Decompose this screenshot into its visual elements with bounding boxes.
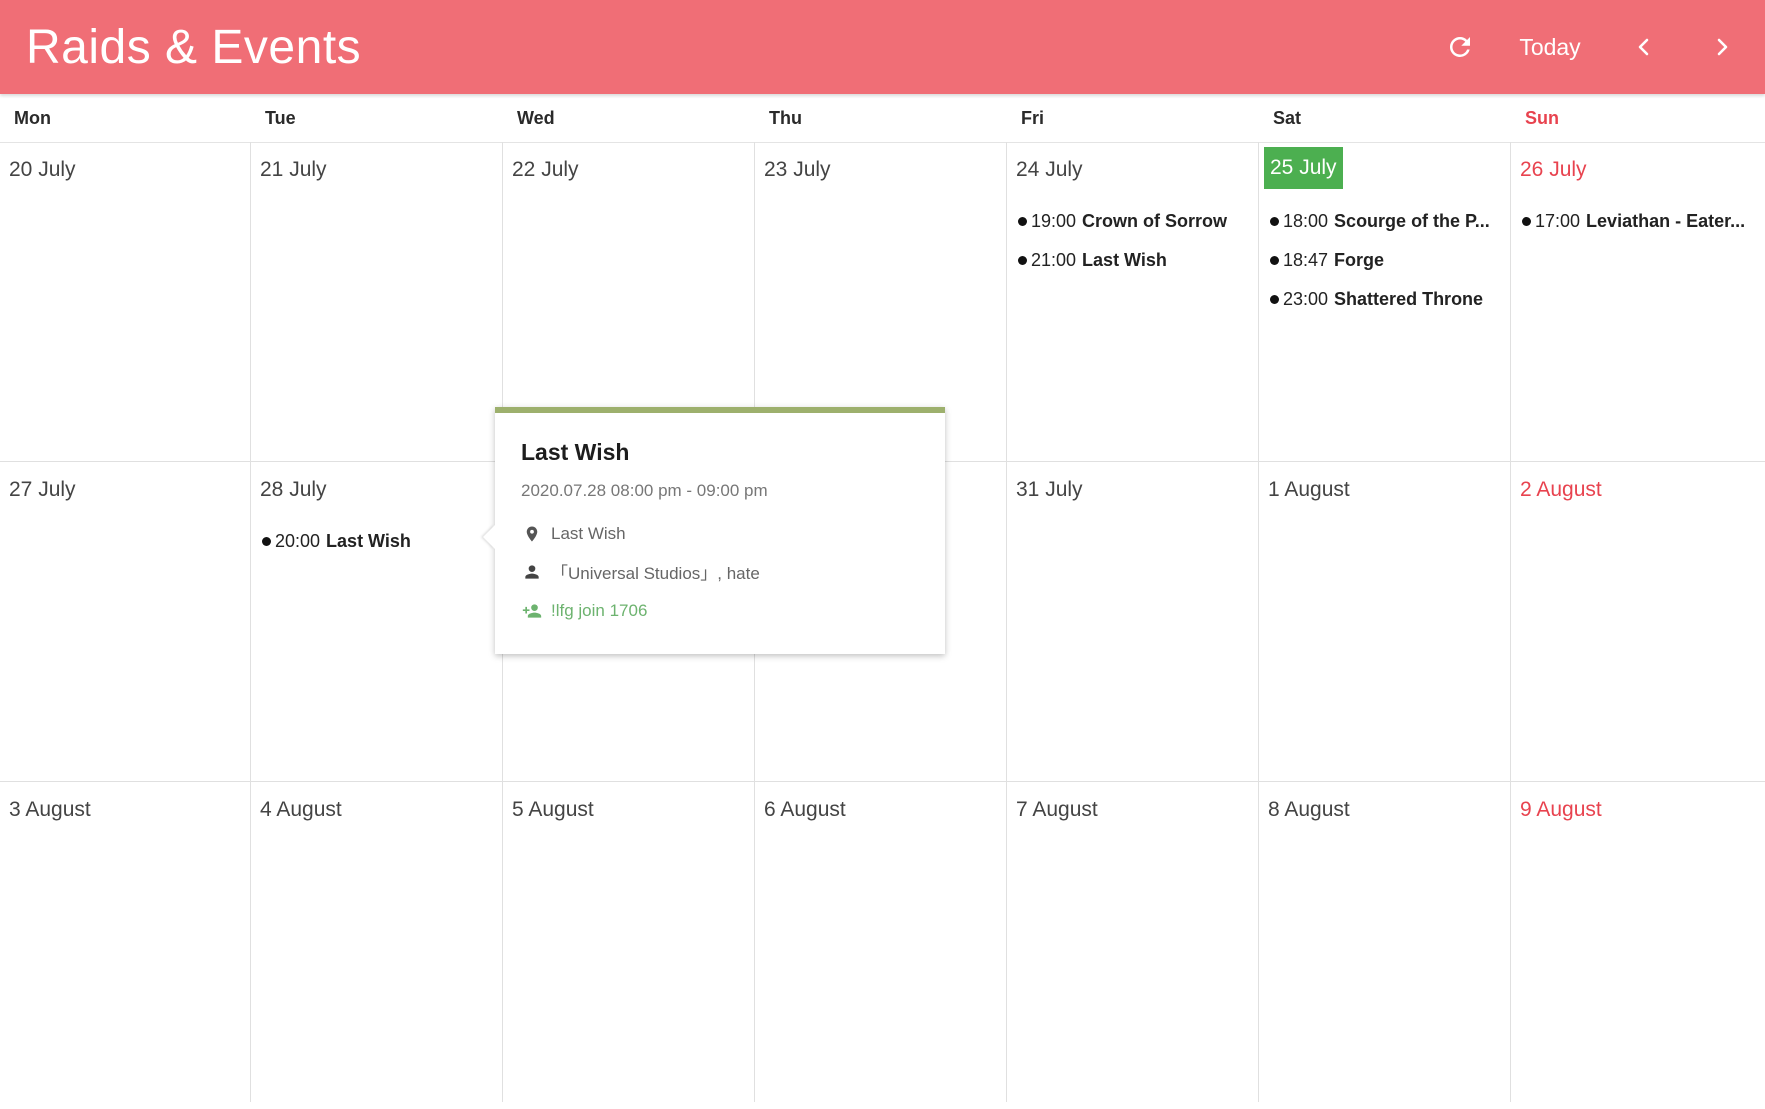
- event-list: 18:00 Scourge of the P... 18:47 Forge 23:00 S…: [1270, 202, 1504, 319]
- calendar-event[interactable]: 17:00 Leviathan - Eater...: [1522, 202, 1759, 241]
- calendar-event[interactable]: 19:00 Crown of Sorrow: [1018, 202, 1252, 241]
- event-time: 17:00: [1535, 211, 1581, 231]
- day-cell[interactable]: 5 August: [503, 782, 755, 1102]
- day-cell[interactable]: 6 August: [755, 782, 1007, 1102]
- calendar-app: Raids & Events Today Mon Tue Wed Thu Fri Sat S…: [0, 0, 1765, 1109]
- date-label: 8 August: [1268, 798, 1350, 821]
- date-label: 4 August: [260, 798, 342, 821]
- event-name: Scourge of the P...: [1334, 211, 1490, 231]
- previous-button[interactable]: [1622, 22, 1666, 72]
- calendar-event[interactable]: 23:00 Shattered Throne: [1270, 280, 1504, 319]
- event-dot-icon: [1522, 217, 1531, 226]
- date-label: 23 July: [764, 158, 831, 181]
- event-name: Last Wish: [1082, 250, 1167, 270]
- calendar-event[interactable]: 21:00 Last Wish: [1018, 241, 1252, 280]
- popup-arrow: [483, 525, 495, 549]
- date-label: 28 July: [260, 478, 327, 501]
- event-dot-icon: [1270, 295, 1279, 304]
- popup-title: Last Wish: [521, 439, 630, 465]
- date-label: 20 July: [9, 158, 76, 181]
- today-date-label: 25 July: [1264, 147, 1343, 189]
- day-cell[interactable]: 7 August: [1007, 782, 1259, 1102]
- today-button[interactable]: Today: [1508, 22, 1592, 72]
- day-cell[interactable]: 24 July 19:00 Crown of Sorrow 21:00 Last Wis…: [1007, 142, 1259, 462]
- chevron-left-icon: [1638, 38, 1649, 56]
- person-add-icon: [521, 600, 543, 622]
- day-cell[interactable]: 28 July 20:00 Last Wish: [251, 462, 503, 782]
- event-time: 20:00: [275, 531, 321, 551]
- day-cell[interactable]: 27 July: [0, 462, 251, 782]
- date-label: 27 July: [9, 478, 76, 501]
- refresh-button[interactable]: [1438, 22, 1482, 72]
- date-label: 24 July: [1016, 158, 1083, 181]
- popup-members: 「Universal Studios」, hate: [551, 564, 760, 583]
- date-label: 21 July: [260, 158, 327, 181]
- event-name: Leviathan - Eater...: [1586, 211, 1746, 231]
- event-time: 19:00: [1031, 211, 1077, 231]
- popup-join-command: !lfg join 1706: [551, 601, 648, 620]
- day-cell[interactable]: 31 July: [1007, 462, 1259, 782]
- day-cell[interactable]: 8 August: [1259, 782, 1511, 1102]
- refresh-icon: [1449, 36, 1470, 57]
- weekday-sat: Sat: [1273, 108, 1302, 128]
- event-dot-icon: [1270, 256, 1279, 265]
- day-cell[interactable]: 9 August: [1511, 782, 1765, 1102]
- event-name: Last Wish: [326, 531, 411, 551]
- calendar-event[interactable]: 18:47 Forge: [1270, 241, 1504, 280]
- day-cell[interactable]: 25 July 18:00 Scourge of the P... 18:47 Forg…: [1259, 142, 1511, 462]
- weekday-sun: Sun: [1525, 108, 1559, 128]
- event-list: 20:00 Last Wish: [262, 522, 496, 561]
- page-title: Raids & Events: [26, 21, 362, 74]
- weekday-header-row: Mon Tue Wed Thu Fri Sat Sun: [0, 94, 1765, 143]
- popup-join-link[interactable]: !lfg join 1706: [521, 600, 647, 622]
- calendar-event[interactable]: 20:00 Last Wish: [262, 522, 496, 561]
- date-label: 7 August: [1016, 798, 1098, 821]
- map-pin-icon: [521, 523, 543, 545]
- day-cell[interactable]: 4 August: [251, 782, 503, 1102]
- weekday-fri: Fri: [1021, 108, 1045, 128]
- weekday-wed: Wed: [517, 108, 555, 128]
- popup-members-row: 「Universal Studios」, hate: [521, 559, 760, 584]
- event-list: 19:00 Crown of Sorrow 21:00 Last Wish: [1018, 202, 1252, 280]
- day-cell[interactable]: 2 August: [1511, 462, 1765, 782]
- event-time: 18:00: [1283, 211, 1329, 231]
- day-cell[interactable]: 26 July 17:00 Leviathan - Eater...: [1511, 142, 1765, 462]
- day-cell[interactable]: 1 August: [1259, 462, 1511, 782]
- date-label: 26 July: [1520, 158, 1587, 181]
- event-dot-icon: [1270, 217, 1279, 226]
- popup-location-row: Last Wish: [521, 523, 626, 545]
- event-list: 17:00 Leviathan - Eater...: [1522, 202, 1759, 241]
- day-cell[interactable]: 20 July: [0, 142, 251, 462]
- date-label: 31 July: [1016, 478, 1083, 501]
- date-label: 3 August: [9, 798, 91, 821]
- weekday-thu: Thu: [769, 108, 802, 128]
- event-name: Crown of Sorrow: [1082, 211, 1228, 231]
- date-label: 5 August: [512, 798, 594, 821]
- popup-location: Last Wish: [551, 524, 626, 543]
- date-label: 2 August: [1520, 478, 1602, 501]
- event-time: 18:47: [1283, 250, 1329, 270]
- calendar-event[interactable]: 18:00 Scourge of the P...: [1270, 202, 1504, 241]
- weekday-tue: Tue: [265, 108, 296, 128]
- event-dot-icon: [1018, 256, 1027, 265]
- event-popup: Last Wish 2020.07.28 08:00 pm - 09:00 pm…: [483, 407, 945, 654]
- date-label: 9 August: [1520, 798, 1602, 821]
- date-label: 22 July: [512, 158, 579, 181]
- event-time: 21:00: [1031, 250, 1077, 270]
- date-label: 1 August: [1268, 478, 1350, 501]
- popup-time: 2020.07.28 08:00 pm - 09:00 pm: [521, 481, 768, 500]
- event-name: Shattered Throne: [1334, 289, 1484, 309]
- day-cell[interactable]: 21 July: [251, 142, 503, 462]
- next-button[interactable]: [1700, 22, 1744, 72]
- event-dot-icon: [262, 537, 271, 546]
- app-header: Raids & Events Today: [0, 0, 1765, 94]
- date-label: 6 August: [764, 798, 846, 821]
- person-icon: [521, 561, 543, 583]
- event-name: Forge: [1334, 250, 1385, 270]
- event-time: 23:00: [1283, 289, 1329, 309]
- day-cell[interactable]: 3 August: [0, 782, 251, 1102]
- chevron-right-icon: [1717, 38, 1728, 56]
- event-dot-icon: [1018, 217, 1027, 226]
- weekday-mon: Mon: [14, 108, 51, 128]
